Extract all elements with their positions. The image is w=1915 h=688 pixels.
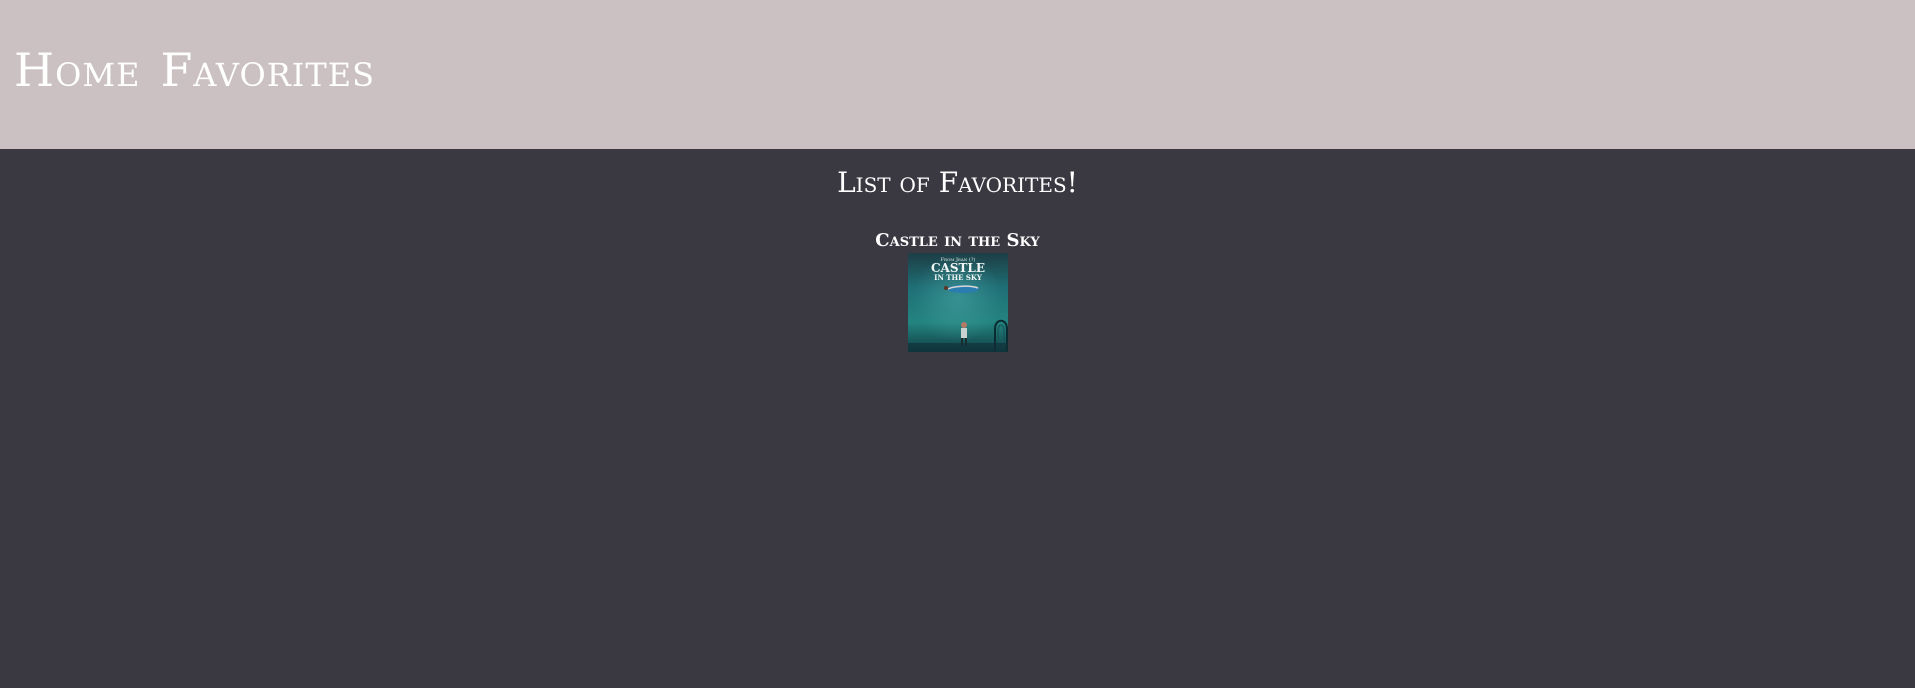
- nav-home-link[interactable]: Home: [14, 42, 140, 98]
- page: Home Favorites List of Favorites! Castle…: [0, 0, 1915, 688]
- main-nav: Home Favorites: [14, 42, 375, 98]
- movie-poster-image[interactable]: From Jean (?) CASTLE IN THE SKY: [907, 253, 1008, 352]
- top-nav-bar: Home Favorites: [0, 0, 1915, 149]
- favorite-item: Castle in the Sky From Jean (?) CASTLE I…: [0, 231, 1915, 352]
- page-title: List of Favorites!: [837, 166, 1078, 199]
- favorite-title[interactable]: Castle in the Sky: [0, 231, 1915, 251]
- favorites-content: List of Favorites! Castle in the Sky Fro…: [0, 149, 1915, 688]
- nav-favorites-link[interactable]: Favorites: [160, 42, 375, 98]
- poster-title-line-2: IN THE SKY: [934, 273, 983, 282]
